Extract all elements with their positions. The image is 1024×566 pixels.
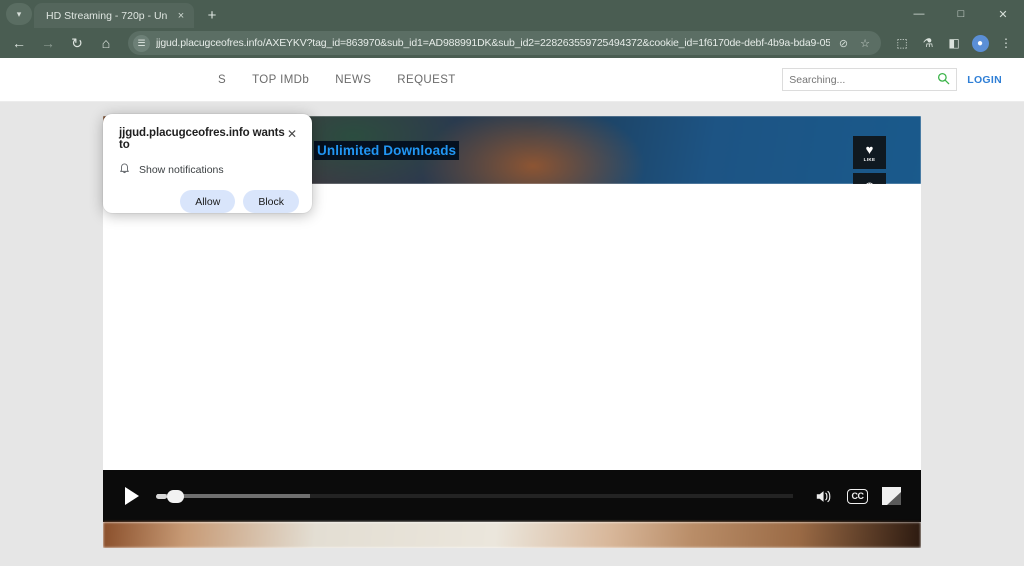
dialog-request-label: Show notifications [139, 163, 224, 176]
window-controls: — □ ✕ [898, 0, 1024, 28]
browser-window: ▾ HD Streaming - 720p - Unlimi × + — □ ✕… [0, 0, 1024, 566]
player-right-controls: CC [815, 487, 901, 505]
play-icon[interactable] [125, 487, 139, 505]
banner-title: Unlimited Downloads [314, 141, 460, 160]
footer-strip [103, 522, 921, 548]
closed-captions-button[interactable]: CC [847, 488, 868, 504]
nav-item-top-imdb[interactable]: TOP IMDb [252, 74, 309, 86]
dialog-request-row: Show notifications [119, 162, 299, 177]
browser-menu-icon[interactable]: ⋮ [994, 31, 1018, 55]
browser-toolbar: ← → ↻ ⌂ ☰ jjgud.placugceofres.info/AXEYK… [0, 28, 1024, 58]
seek-bar[interactable] [155, 489, 793, 503]
browser-tab[interactable]: HD Streaming - 720p - Unlimi × [34, 3, 194, 28]
like-label: LIKE [863, 156, 876, 162]
nav-item-request[interactable]: REQUEST [397, 74, 455, 86]
close-icon[interactable]: ✕ [285, 127, 299, 141]
volume-icon[interactable] [815, 489, 833, 504]
address-bar[interactable]: ☰ jjgud.placugceofres.info/AXEYKV?tag_id… [128, 31, 881, 55]
tab-search-button[interactable]: ▾ [6, 3, 32, 25]
home-icon[interactable]: ⌂ [93, 30, 119, 56]
close-icon[interactable]: × [174, 10, 188, 22]
block-button[interactable]: Block [243, 190, 299, 213]
search-box[interactable] [782, 68, 958, 91]
video-stage[interactable] [103, 184, 921, 490]
profile-avatar[interactable]: ● [968, 31, 992, 55]
nav-item-news[interactable]: NEWS [335, 74, 371, 86]
dialog-title: jjgud.placugceofres.info wants to [119, 127, 285, 151]
labs-flask-icon[interactable]: ⚗ [916, 31, 940, 55]
forward-icon[interactable]: → [35, 30, 61, 56]
notification-permission-dialog: jjgud.placugceofres.info wants to ✕ Show… [103, 114, 312, 213]
bell-icon [119, 162, 130, 177]
login-link[interactable]: LOGIN [967, 74, 1002, 86]
back-icon[interactable]: ← [6, 30, 32, 56]
dialog-actions: Allow Block [119, 190, 299, 213]
search-icon[interactable] [937, 72, 950, 88]
fullscreen-icon[interactable] [882, 487, 901, 505]
url-text: jjgud.placugceofres.info/AXEYKV?tag_id=8… [156, 37, 830, 49]
close-window-icon[interactable]: ✕ [982, 0, 1024, 28]
toolbar-icons: ⬚ ⚗ ◧ ● ⋮ [890, 31, 1018, 55]
like-button[interactable]: ♥ LIKE [853, 136, 886, 169]
maximize-icon[interactable]: □ [940, 0, 982, 28]
header-right: LOGIN [782, 68, 1002, 91]
allow-button[interactable]: Allow [180, 190, 236, 213]
dialog-header: jjgud.placugceofres.info wants to ✕ [119, 127, 299, 151]
site-info-icon[interactable]: ☰ [133, 34, 150, 52]
extensions-icon[interactable]: ⬚ [890, 31, 914, 55]
minimize-icon[interactable]: — [898, 0, 940, 28]
seek-handle[interactable] [155, 489, 184, 503]
tab-strip: ▾ HD Streaming - 720p - Unlimi × + — □ ✕ [0, 0, 1024, 28]
heart-icon: ♥ [865, 141, 874, 157]
nav-item-series[interactable]: S [218, 74, 226, 86]
search-input[interactable] [789, 73, 938, 86]
side-panel-icon[interactable]: ◧ [942, 31, 966, 55]
video-player-controls: CC [103, 470, 921, 522]
site-header: S TOP IMDb NEWS REQUEST LOGIN [0, 58, 1024, 102]
avatar-icon: ● [971, 34, 989, 52]
page-viewport: S TOP IMDb NEWS REQUEST LOGIN [0, 58, 1024, 566]
reload-icon[interactable]: ↻ [64, 30, 90, 56]
tracking-protection-icon[interactable]: ⊘ [836, 37, 851, 50]
new-tab-button[interactable]: + [200, 3, 224, 27]
tab-title: HD Streaming - 720p - Unlimi [46, 9, 168, 22]
chevron-down-icon: ▾ [16, 8, 22, 19]
site-nav: S TOP IMDb NEWS REQUEST [218, 74, 456, 86]
bookmark-star-icon[interactable]: ☆ [857, 37, 873, 50]
